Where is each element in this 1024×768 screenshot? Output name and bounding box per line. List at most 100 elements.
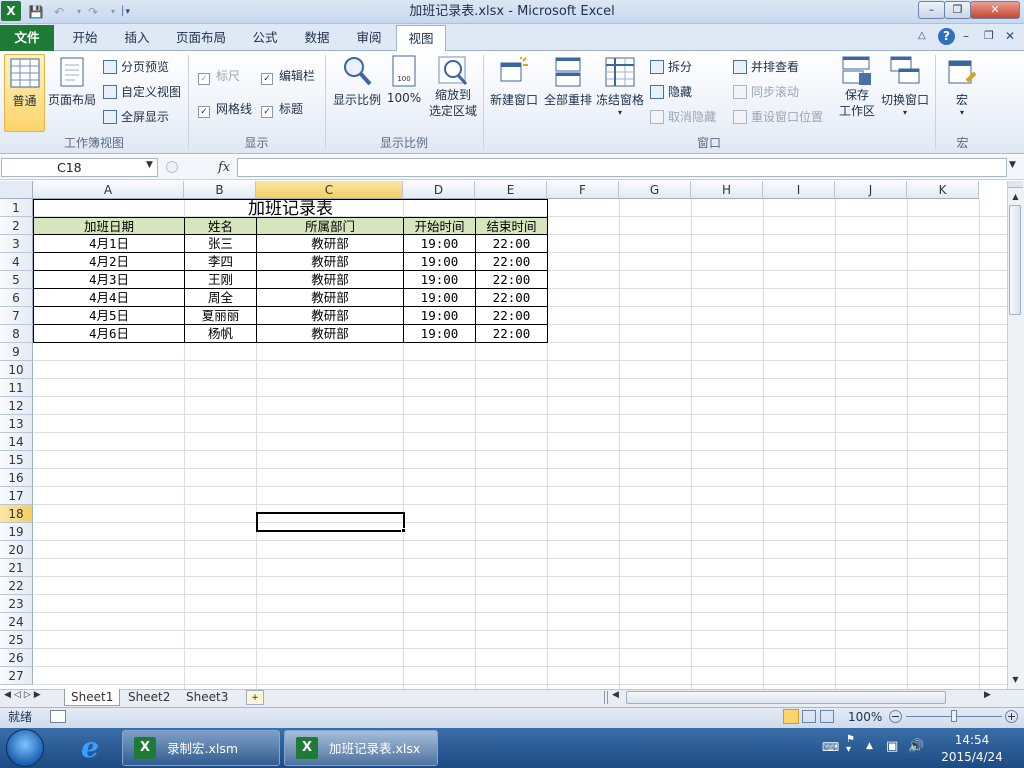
zoom-slider-thumb[interactable] [951, 710, 957, 722]
unhide-button[interactable]: 取消隐藏 [650, 107, 716, 127]
formula-bar-expander-icon[interactable] [166, 161, 178, 173]
sheet-title-cell[interactable]: 加班记录表 [33, 199, 548, 217]
normal-view-button[interactable]: 普通 [4, 54, 45, 132]
column-header-b[interactable]: B [184, 181, 256, 199]
row-header-8[interactable]: 8 [0, 325, 33, 343]
row-header-23[interactable]: 23 [0, 595, 33, 613]
ruler-checkbox[interactable]: ✓ 标尺 [198, 66, 240, 86]
sheet-tab-1[interactable]: Sheet1 [64, 689, 121, 706]
workbook-close-icon[interactable]: ✕ [1005, 29, 1019, 43]
view-side-by-side-button[interactable]: 并排查看 [733, 57, 799, 77]
sheet-tab-2[interactable]: Sheet2 [122, 689, 176, 706]
page-break-status-icon[interactable] [820, 710, 834, 723]
cell-department[interactable]: 教研部 [256, 325, 404, 343]
zoom-to-selection-button[interactable]: 缩放到 选定区域 [426, 55, 480, 119]
cell-name[interactable]: 杨帆 [184, 325, 257, 343]
row-header-2[interactable]: 2 [0, 217, 33, 235]
insert-function-button[interactable]: fx [218, 158, 236, 177]
cell-date[interactable]: 4月3日 [33, 271, 185, 289]
row-header-4[interactable]: 4 [0, 253, 33, 271]
header-cell-end-time[interactable]: 结束时间 [475, 217, 548, 235]
cell-date[interactable]: 4月4日 [33, 289, 185, 307]
header-cell-department[interactable]: 所属部门 [256, 217, 404, 235]
minimize-ribbon-icon[interactable]: △ [918, 30, 932, 44]
column-header-a[interactable]: A [33, 181, 184, 199]
tab-formulas[interactable]: 公式 [240, 25, 290, 51]
cell-name[interactable]: 周全 [184, 289, 257, 307]
row-header-20[interactable]: 20 [0, 541, 33, 559]
normal-view-status-icon[interactable] [783, 709, 799, 724]
cell-end-time[interactable]: 22:00 [475, 253, 548, 271]
cell-start-time[interactable]: 19:00 [403, 325, 476, 343]
cell-name[interactable]: 张三 [184, 235, 257, 253]
row-header-5[interactable]: 5 [0, 271, 33, 289]
hide-button[interactable]: 隐藏 [650, 82, 692, 102]
switch-windows-button[interactable]: 切换窗口 ▾ [880, 55, 930, 118]
cell-department[interactable]: 教研部 [256, 307, 404, 325]
page-layout-status-icon[interactable] [802, 710, 816, 723]
page-break-preview-button[interactable]: 分页预览 [103, 57, 169, 77]
row-header-22[interactable]: 22 [0, 577, 33, 595]
header-cell-name[interactable]: 姓名 [184, 217, 257, 235]
workbook-restore-icon[interactable]: ❐ [984, 29, 998, 42]
row-header-11[interactable]: 11 [0, 379, 33, 397]
cell-end-time[interactable]: 22:00 [475, 271, 548, 289]
column-header-j[interactable]: J [835, 181, 907, 199]
row-header-13[interactable]: 13 [0, 415, 33, 433]
name-box[interactable]: C18 [1, 158, 158, 177]
column-header-f[interactable]: F [547, 181, 619, 199]
taskbar-clock[interactable]: 14:54 2015/4/24 [930, 732, 1014, 766]
row-header-15[interactable]: 15 [0, 451, 33, 469]
cell-date[interactable]: 4月2日 [33, 253, 185, 271]
tab-split-handle[interactable] [604, 691, 608, 704]
scroll-down-icon[interactable]: ▼ [1008, 673, 1023, 687]
row-header-25[interactable]: 25 [0, 631, 33, 649]
zoom-out-icon[interactable]: − [889, 710, 902, 723]
column-header-k[interactable]: K [907, 181, 979, 199]
row-header-27[interactable]: 27 [0, 667, 33, 685]
fill-handle[interactable] [401, 528, 406, 533]
sheet-tab-3[interactable]: Sheet3 [180, 689, 234, 706]
save-workspace-button[interactable]: 保存 工作区 [836, 55, 878, 119]
cell-start-time[interactable]: 19:00 [403, 289, 476, 307]
zoom-button[interactable]: 显示比例 [331, 55, 383, 108]
page-layout-view-button[interactable]: 页面布局 [47, 57, 97, 108]
zoom-level[interactable]: 100% [848, 709, 882, 725]
sheet-nav-icons[interactable]: ◀◁▷▶ [4, 690, 44, 700]
help-icon[interactable]: ? [938, 28, 955, 45]
zoom-100-button[interactable]: 100 100% [386, 55, 422, 105]
tab-insert[interactable]: 插入 [112, 25, 162, 51]
header-cell-date[interactable]: 加班日期 [33, 217, 185, 235]
tab-home[interactable]: 开始 [60, 25, 110, 51]
formula-bar-checkbox[interactable]: ✓ 编辑栏 [261, 66, 315, 86]
synchronous-scrolling-button[interactable]: 同步滚动 [733, 82, 799, 102]
start-button[interactable] [6, 729, 44, 767]
row-header-10[interactable]: 10 [0, 361, 33, 379]
scroll-right-icon[interactable]: ▶ [984, 690, 991, 700]
keyboard-icon[interactable]: ⌨ [822, 740, 839, 754]
vertical-scroll-thumb[interactable] [1009, 205, 1021, 315]
column-header-g[interactable]: G [619, 181, 691, 199]
tab-page-layout[interactable]: 页面布局 [166, 25, 236, 51]
cell-department[interactable]: 教研部 [256, 253, 404, 271]
row-header-17[interactable]: 17 [0, 487, 33, 505]
formula-input[interactable] [237, 158, 1007, 177]
column-header-e[interactable]: E [475, 181, 547, 199]
volume-icon[interactable]: 🔊 [908, 739, 924, 754]
row-header-3[interactable]: 3 [0, 235, 33, 253]
worksheet-grid[interactable]: ABCDEFGHIJK 1 2 3 4 5 6 7 8 9 10 11 12 13 14 15 16 17 18 1… [0, 181, 1007, 689]
macro-record-icon[interactable] [50, 710, 66, 723]
row-header-12[interactable]: 12 [0, 397, 33, 415]
cell-start-time[interactable]: 19:00 [403, 235, 476, 253]
split-box-handle[interactable] [1008, 181, 1023, 188]
internet-explorer-icon[interactable]: e [73, 731, 107, 765]
custom-views-button[interactable]: 自定义视图 [103, 82, 181, 102]
zoom-in-icon[interactable]: + [1005, 710, 1018, 723]
minimize-button[interactable]: – [918, 1, 945, 19]
cell-date[interactable]: 4月6日 [33, 325, 185, 343]
column-header-i[interactable]: I [763, 181, 835, 199]
active-cell-c18[interactable] [256, 512, 405, 532]
cell-date[interactable]: 4月5日 [33, 307, 185, 325]
cell-start-time[interactable]: 19:00 [403, 307, 476, 325]
reset-window-position-button[interactable]: 重设窗口位置 [733, 107, 823, 127]
